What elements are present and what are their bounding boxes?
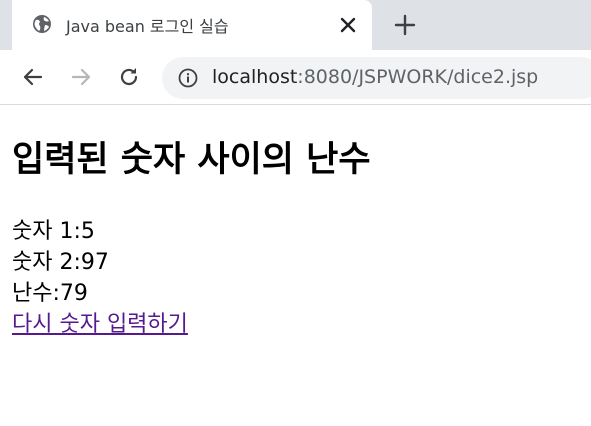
tab-strip: Java bean 로그인 실습 xyxy=(0,0,591,50)
tab-title: Java bean 로그인 실습 xyxy=(66,17,229,36)
number1-value: 5 xyxy=(80,219,95,244)
address-bar[interactable]: localhost:8080/JSPWORK/dice2.jsp xyxy=(162,57,591,99)
number1-label: 숫자 1: xyxy=(12,219,81,244)
url-host: localhost xyxy=(212,66,298,88)
active-tab[interactable]: Java bean 로그인 실습 xyxy=(12,0,372,50)
number2-line: 숫자 2:97 xyxy=(12,247,109,278)
random-value: 79 xyxy=(59,281,88,306)
new-tab-plus-icon[interactable] xyxy=(392,12,418,38)
number1-line: 숫자 1:5 xyxy=(12,216,95,247)
info-icon[interactable] xyxy=(178,68,198,88)
url-path: :8080/JSPWORK/dice2.jsp xyxy=(297,66,539,88)
forward-arrow-icon[interactable] xyxy=(68,64,94,90)
random-label: 난수: xyxy=(12,281,60,306)
browser-window: Java bean 로그인 실습 localhost:8080/JSPWORK/… xyxy=(0,0,591,426)
reload-icon[interactable] xyxy=(116,64,142,90)
back-arrow-icon[interactable] xyxy=(20,64,46,90)
number2-value: 97 xyxy=(80,250,109,275)
number2-label: 숫자 2: xyxy=(12,250,81,275)
random-line: 난수:79 xyxy=(12,278,88,309)
globe-icon xyxy=(33,15,51,33)
close-icon[interactable] xyxy=(337,14,359,36)
browser-toolbar: localhost:8080/JSPWORK/dice2.jsp xyxy=(0,50,591,105)
url-text[interactable]: localhost:8080/JSPWORK/dice2.jsp xyxy=(212,66,538,88)
retry-link[interactable]: 다시 숫자 입력하기 xyxy=(12,312,188,337)
retry-line: 다시 숫자 입력하기 xyxy=(12,309,188,340)
page-heading: 입력된 숫자 사이의 난수 xyxy=(12,140,371,180)
